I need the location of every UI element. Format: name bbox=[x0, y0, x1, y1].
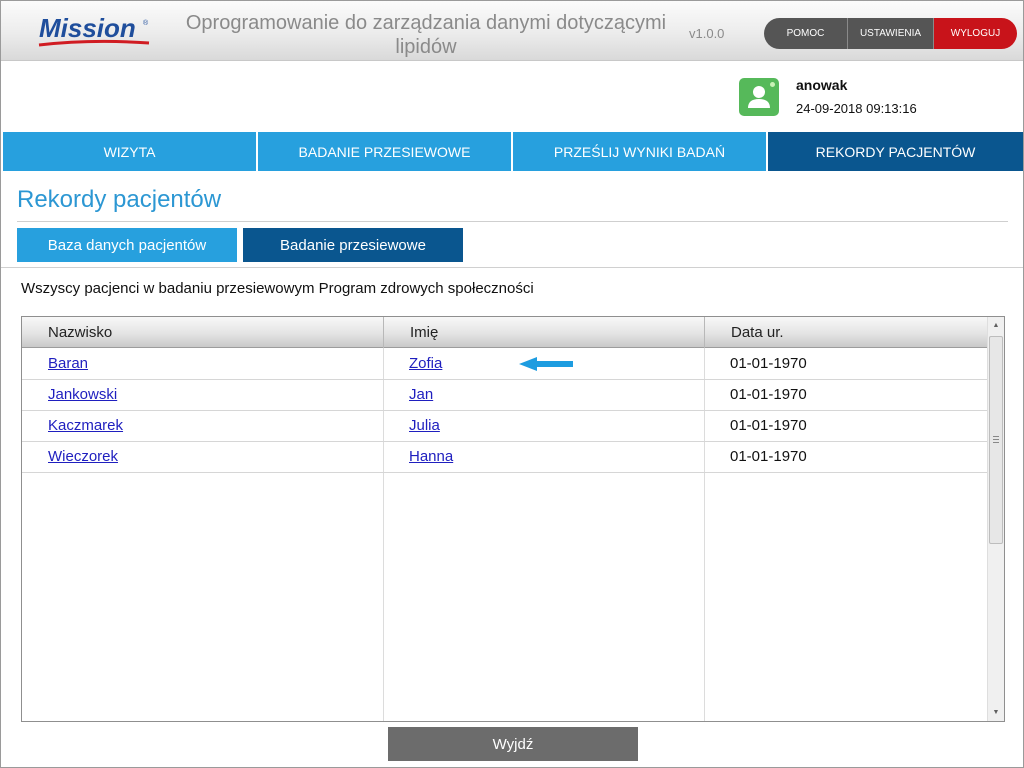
table-description: Wszyscy pacjenci w badaniu przesiewowym … bbox=[21, 280, 534, 297]
user-avatar-icon bbox=[739, 78, 779, 116]
patient-birth-date: 01-01-1970 bbox=[730, 448, 807, 465]
title-divider bbox=[17, 221, 1008, 222]
app-window: Mission ® Oprogramowanie do zarządzania … bbox=[0, 0, 1024, 768]
subtab-patient-database[interactable]: Baza danych pacjentów bbox=[17, 228, 237, 262]
main-nav: WIZYTA BADANIE PRZESIEWOWE PRZEŚLIJ WYNI… bbox=[3, 132, 1023, 171]
patient-last-name-link[interactable]: Kaczmarek bbox=[48, 417, 123, 434]
app-title: Oprogramowanie do zarządzania danymi dot… bbox=[185, 12, 667, 58]
mission-logo: Mission ® bbox=[38, 13, 150, 47]
username: anowak bbox=[796, 77, 848, 93]
page-title: Rekordy pacjentów bbox=[17, 186, 222, 213]
column-header-last-name[interactable]: Nazwisko bbox=[22, 317, 383, 348]
scroll-up-arrow-icon[interactable]: ▲ bbox=[988, 317, 1004, 334]
patient-last-name-link[interactable]: Baran bbox=[48, 355, 88, 372]
table-row: Jankowski Jan 01-01-1970 bbox=[22, 380, 988, 411]
table-header: Nazwisko Imię Data ur. bbox=[22, 317, 988, 348]
column-header-birth-date[interactable]: Data ur. bbox=[704, 317, 988, 348]
nav-tab-visit[interactable]: WIZYTA bbox=[3, 132, 256, 171]
column-header-first-name[interactable]: Imię bbox=[383, 317, 704, 348]
scroll-down-arrow-icon[interactable]: ▼ bbox=[988, 704, 1004, 721]
help-button[interactable]: POMOC bbox=[764, 18, 848, 49]
subtab-screening[interactable]: Badanie przesiewowe bbox=[243, 228, 463, 262]
subtab-bar: Baza danych pacjentów Badanie przesiewow… bbox=[17, 228, 463, 262]
patient-first-name-link[interactable]: Julia bbox=[409, 417, 440, 434]
patient-last-name-link[interactable]: Wieczorek bbox=[48, 448, 118, 465]
table-body: Baran Zofia 01-01-1970 Jankowski Jan 01-… bbox=[22, 349, 988, 473]
patient-birth-date: 01-01-1970 bbox=[730, 386, 807, 403]
exit-button[interactable]: Wyjdź bbox=[388, 727, 638, 761]
nav-tab-patient-records[interactable]: REKORDY PACJENTÓW bbox=[768, 132, 1023, 171]
patient-birth-date: 01-01-1970 bbox=[730, 417, 807, 434]
logout-button[interactable]: WYLOGUJ bbox=[934, 18, 1017, 49]
scrollbar-thumb[interactable] bbox=[989, 336, 1003, 544]
table-row: Kaczmarek Julia 01-01-1970 bbox=[22, 411, 988, 442]
left-arrow-icon bbox=[519, 357, 573, 371]
nav-tab-screening[interactable]: BADANIE PRZESIEWOWE bbox=[258, 132, 511, 171]
patient-birth-date: 01-01-1970 bbox=[730, 355, 807, 372]
patients-table: Nazwisko Imię Data ur. Baran Zofia 01-01… bbox=[21, 316, 1005, 722]
table-row: Wieczorek Hanna 01-01-1970 bbox=[22, 442, 988, 473]
patient-first-name-link[interactable]: Jan bbox=[409, 386, 433, 403]
table-row: Baran Zofia 01-01-1970 bbox=[22, 349, 988, 380]
content-divider bbox=[1, 267, 1023, 268]
table-scrollbar[interactable]: ▲ ▼ bbox=[987, 317, 1004, 721]
patient-last-name-link[interactable]: Jankowski bbox=[48, 386, 117, 403]
patient-first-name-link[interactable]: Hanna bbox=[409, 448, 453, 465]
header-button-group: POMOC USTAWIENIA WYLOGUJ bbox=[764, 18, 1017, 49]
nav-tab-upload-results[interactable]: PRZEŚLIJ WYNIKI BADAŃ bbox=[513, 132, 766, 171]
settings-button[interactable]: USTAWIENIA bbox=[848, 18, 934, 49]
version-label: v1.0.0 bbox=[689, 26, 725, 41]
svg-text:Mission: Mission bbox=[39, 13, 136, 43]
header-bar: Mission ® Oprogramowanie do zarządzania … bbox=[1, 1, 1023, 61]
svg-text:®: ® bbox=[143, 19, 149, 27]
patient-first-name-link[interactable]: Zofia bbox=[409, 355, 442, 372]
login-datetime: 24-09-2018 09:13:16 bbox=[796, 101, 917, 116]
